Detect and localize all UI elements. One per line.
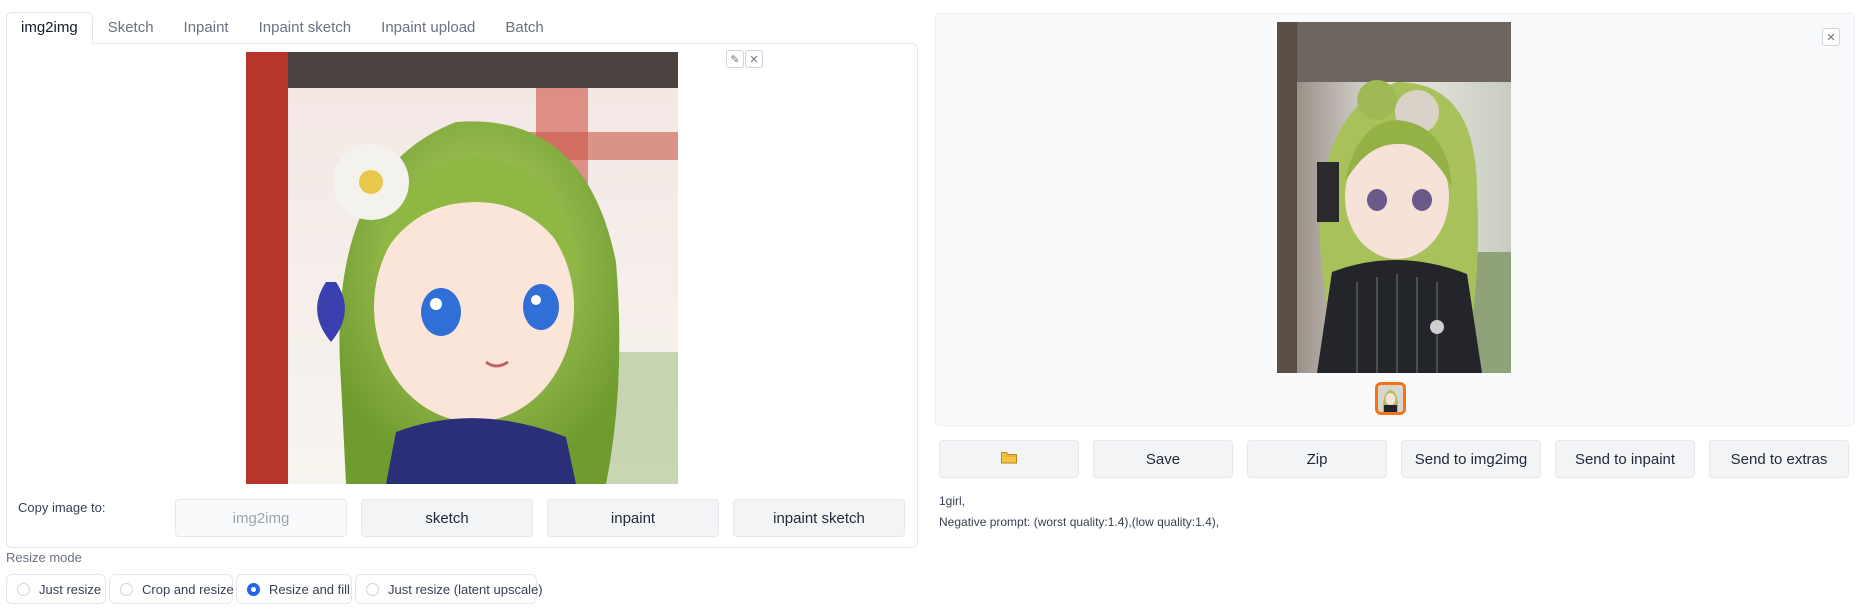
resize-mode-label: Resize mode [6,550,82,565]
tab-sketch[interactable]: Sketch [93,12,169,44]
copy-image-label: Copy image to: [18,500,106,515]
radio-resize-and-fill[interactable]: Resize and fill [236,574,352,604]
tab-batch[interactable]: Batch [490,12,558,44]
copy-to-inpaint-sketch-button[interactable]: inpaint sketch [733,499,905,537]
radio-circle-selected [247,582,260,596]
pencil-icon: ✎ [730,53,740,66]
output-gallery [935,13,1855,426]
tab-inpaint[interactable]: Inpaint [169,12,244,44]
radio-circle [366,582,379,596]
send-to-extras-button[interactable]: Send to extras [1709,440,1849,478]
clear-image-button[interactable]: ✕ [745,50,763,68]
tab-img2img[interactable]: img2img [6,12,93,44]
radio-label: Just resize (latent upscale) [388,581,543,597]
output-image[interactable] [1277,22,1511,373]
radio-circle [17,582,30,596]
img2img-tab-bar: img2img Sketch Inpaint Inpaint sketch In… [6,12,559,44]
send-to-img2img-button[interactable]: Send to img2img [1401,440,1541,478]
copy-to-inpaint-button[interactable]: inpaint [547,499,719,537]
save-button[interactable]: Save [1093,440,1233,478]
send-to-inpaint-button[interactable]: Send to inpaint [1555,440,1695,478]
radio-crop-and-resize[interactable]: Crop and resize [109,574,234,604]
radio-just-resize-latent-upscale[interactable]: Just resize (latent upscale) [355,574,543,604]
copy-to-sketch-button[interactable]: sketch [361,499,533,537]
open-folder-button[interactable] [939,440,1079,478]
radio-circle [120,582,133,596]
tab-inpaint-upload[interactable]: Inpaint upload [366,12,490,44]
generation-info-prompt: 1girl, [939,494,966,508]
input-image-panel: ✎ ✕ Copy image to: img2img sketch inpain… [6,43,918,548]
tab-inpaint-sketch[interactable]: Inpaint sketch [244,12,367,44]
close-icon: ✕ [749,53,759,66]
close-icon: ✕ [1826,31,1836,44]
radio-label: Just resize [39,581,102,597]
edit-image-button[interactable]: ✎ [726,50,744,68]
zip-button[interactable]: Zip [1247,440,1387,478]
radio-label: Resize and fill [269,581,350,597]
close-output-button[interactable]: ✕ [1822,28,1840,46]
output-thumbnail[interactable] [1375,382,1406,415]
input-image[interactable] [246,52,678,484]
radio-label: Crop and resize [142,581,234,597]
copy-to-img2img-button[interactable]: img2img [175,499,347,537]
folder-icon [1001,451,1017,468]
generation-info-negative-prompt: Negative prompt: (worst quality:1.4),(lo… [939,515,1220,529]
radio-just-resize[interactable]: Just resize [6,574,106,604]
